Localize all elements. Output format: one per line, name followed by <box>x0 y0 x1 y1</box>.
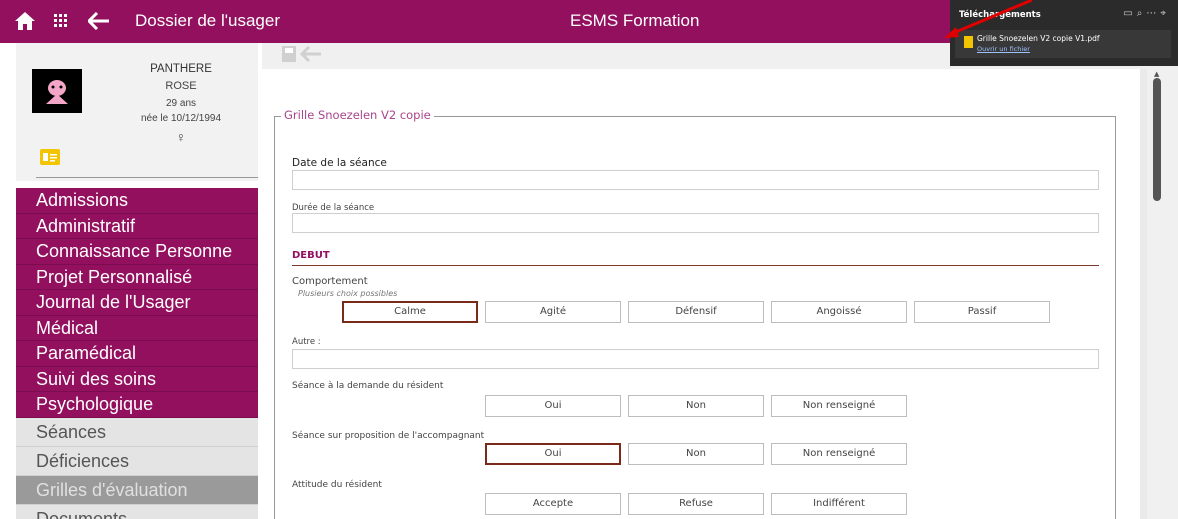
divider <box>36 177 258 178</box>
menu-item-medical[interactable]: Médical <box>16 315 258 341</box>
attitude-label: Attitude du résident <box>292 480 382 490</box>
proposition-option-non-renseigne[interactable]: Non renseigné <box>771 443 907 465</box>
home-icon[interactable] <box>14 8 36 34</box>
menu-item-admissions[interactable]: Admissions <box>16 188 258 214</box>
downloads-title: Téléchargements <box>959 10 1041 20</box>
attitude-option-indifferent[interactable]: Indifférent <box>771 493 907 515</box>
pin-icon[interactable]: ⌖ <box>1160 8 1170 19</box>
more-icon[interactable]: ⋯ <box>1146 8 1160 19</box>
proposition-option-oui[interactable]: Oui <box>485 443 621 465</box>
patient-age: 29 ans <box>165 98 197 109</box>
app-name: ESMS Formation <box>570 11 700 30</box>
section-title: DEBUT <box>292 250 330 261</box>
duree-label: Durée de la séance <box>292 203 375 213</box>
attitude-option-accepte[interactable]: Accepte <box>485 493 621 515</box>
duree-input[interactable] <box>292 213 1099 233</box>
option-defensif[interactable]: Défensif <box>628 301 764 323</box>
save-icon[interactable] <box>282 46 296 66</box>
date-label: Date de la séance <box>292 157 387 169</box>
comportement-hint: Plusieurs choix possibles <box>298 289 398 298</box>
proposition-label: Séance sur proposition de l'accompagnant <box>292 431 485 441</box>
demande-label: Séance à la demande du résident <box>292 381 444 391</box>
menu-item-journal-usager[interactable]: Journal de l'Usager <box>16 290 258 316</box>
apps-grid-icon[interactable] <box>54 8 68 34</box>
section-divider <box>292 265 1099 266</box>
open-folder-icon[interactable]: ▭ <box>1123 8 1136 19</box>
comportement-label: Comportement <box>292 276 368 287</box>
menu-item-deficiences[interactable]: Déficiences <box>16 446 258 476</box>
option-passif[interactable]: Passif <box>914 301 1050 323</box>
proposition-option-non[interactable]: Non <box>628 443 764 465</box>
menu-item-connaissance-personne[interactable]: Connaissance Personne <box>16 239 258 265</box>
menu-item-seances[interactable]: Séances <box>16 417 258 447</box>
pdf-file-icon <box>964 36 973 48</box>
left-panel: PANTHERE ROSE 29 ans née le 10/12/1994 ♀… <box>0 43 260 519</box>
scrollbar-track[interactable] <box>1147 69 1178 519</box>
menu-item-projet-personnalise[interactable]: Projet Personnalisé <box>16 264 258 290</box>
demande-option-oui[interactable]: Oui <box>485 395 621 417</box>
menu-item-administratif[interactable]: Administratif <box>16 213 258 239</box>
sidebar-menu: Admissions Administratif Connaissance Pe… <box>16 188 258 519</box>
scroll-up-icon[interactable]: ▲ <box>1154 70 1159 78</box>
download-file-name[interactable]: Grille Snoezelen V2 copie V1.pdf <box>977 34 1100 43</box>
autre-input[interactable] <box>292 349 1099 369</box>
page-title: Dossier de l'usager <box>135 11 280 30</box>
patient-birthdate: née le 10/12/1994 <box>140 113 222 124</box>
menu-item-grilles-evaluation[interactable]: Grilles d'évaluation <box>16 475 258 505</box>
autre-label: Autre : <box>292 337 321 347</box>
option-calme[interactable]: Calme <box>342 301 478 323</box>
form-title: Grille Snoezelen V2 copie <box>281 108 434 122</box>
app-window: Dossier de l'usager ESMS Formation PANTH… <box>0 0 1178 519</box>
option-agite[interactable]: Agité <box>485 301 621 323</box>
demande-option-non-renseigne[interactable]: Non renseigné <box>771 395 907 417</box>
back-arrow-icon[interactable] <box>88 8 110 34</box>
search-icon[interactable]: ⌕ <box>1137 8 1147 19</box>
date-input[interactable] <box>292 170 1099 190</box>
patient-card: PANTHERE ROSE 29 ans née le 10/12/1994 ♀ <box>16 43 258 181</box>
menu-item-psychologique[interactable]: Psychologique <box>16 392 258 418</box>
attitude-option-refuse[interactable]: Refuse <box>628 493 764 515</box>
patient-last-name: PANTHERE <box>150 63 212 75</box>
open-file-link[interactable]: Ouvrir un fichier <box>977 45 1030 53</box>
downloads-toolbar[interactable]: ▭⌕⋯⌖ <box>1123 8 1170 19</box>
avatar <box>32 69 82 113</box>
gender-icon: ♀ <box>175 129 187 145</box>
patient-first-name: ROSE <box>165 80 197 92</box>
downloads-panel: Téléchargements ▭⌕⋯⌖ Grille Snoezelen V2… <box>950 0 1178 66</box>
menu-item-documents[interactable]: Documents <box>16 504 258 519</box>
back-icon[interactable] <box>299 45 322 66</box>
id-card-icon[interactable] <box>40 149 60 165</box>
menu-item-suivi-soins[interactable]: Suivi des soins <box>16 366 258 392</box>
option-angoisse[interactable]: Angoissé <box>771 301 907 323</box>
menu-item-paramedical[interactable]: Paramédical <box>16 341 258 367</box>
demande-option-non[interactable]: Non <box>628 395 764 417</box>
scrollbar-thumb[interactable] <box>1153 78 1161 201</box>
